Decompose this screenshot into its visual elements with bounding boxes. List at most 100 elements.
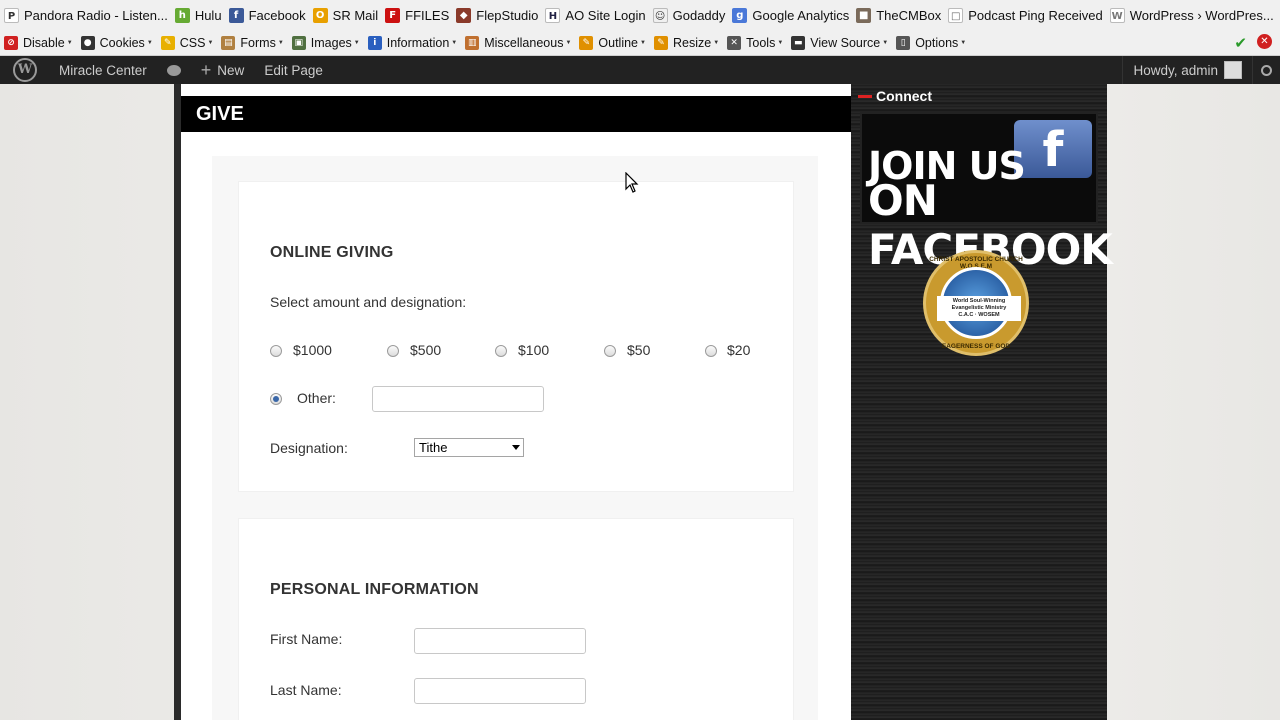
- radio-amount-1000[interactable]: [270, 345, 282, 357]
- devbar-menu-resize[interactable]: ✎ Resize ▼: [653, 36, 719, 50]
- devbar-menu-options[interactable]: ▯ Options ▼: [896, 36, 966, 50]
- connect-label: Connect: [876, 88, 932, 104]
- personal-information-heading: PERSONAL INFORMATION: [270, 581, 479, 598]
- hulu-icon: h: [174, 8, 190, 23]
- comment-bubble-icon: [166, 64, 181, 76]
- bookmark-label: Pandora Radio - Listen...: [24, 8, 168, 23]
- facebook-icon: f: [1014, 120, 1092, 178]
- devbar-menu-label: Disable: [23, 36, 65, 50]
- web-developer-toolbar: ⊘ Disable ▼ ● Cookies ▼ ✎ CSS ▼ ▤ Forms ▼ ▣ Images ▼ i I…: [0, 31, 1280, 56]
- outline-icon: ✎: [579, 36, 594, 50]
- dropdown-arrow-icon: [512, 445, 520, 450]
- amount-label-50: $50: [627, 342, 651, 358]
- information-icon: i: [367, 36, 382, 50]
- new-content-link[interactable]: + New: [191, 56, 255, 84]
- bookmark-label: FFILES: [405, 8, 450, 23]
- resize-icon: ✎: [653, 36, 668, 50]
- devbar-menu-css[interactable]: ✎ CSS ▼: [160, 36, 214, 50]
- devbar-menu-label: Tools: [746, 36, 776, 50]
- bookmark-item[interactable]: W WordPress › WordPres...: [1109, 8, 1274, 23]
- radio-amount-500[interactable]: [387, 345, 399, 357]
- radio-amount-20[interactable]: [705, 345, 717, 357]
- forms-icon: ▤: [221, 36, 236, 50]
- dropdown-arrow-icon: ▼: [207, 40, 214, 46]
- bookmark-item[interactable]: ◆ FlepStudio: [456, 8, 538, 23]
- bookmark-item[interactable]: f Facebook: [228, 8, 306, 23]
- bookmark-item[interactable]: g Google Analytics: [732, 8, 849, 23]
- online-giving-heading: ONLINE GIVING: [270, 244, 394, 261]
- bookmark-label: Hulu: [194, 8, 222, 23]
- facebook-icon: f: [228, 8, 244, 23]
- miscellaneous-icon: ▥: [465, 36, 480, 50]
- devbar-menu-label: Miscellaneous: [484, 36, 564, 50]
- bookmark-item[interactable]: O SR Mail: [312, 8, 378, 23]
- bookmark-label: Godaddy: [672, 8, 726, 23]
- bookmark-item[interactable]: h Hulu: [174, 8, 222, 23]
- radio-amount-100[interactable]: [495, 345, 507, 357]
- dropdown-arrow-icon: ▼: [640, 40, 646, 46]
- bookmark-item[interactable]: □ Podcast Ping Received: [948, 8, 1103, 23]
- devbar-menu-view-source[interactable]: ▬ View Source ▼: [791, 36, 888, 50]
- devbar-menu-disable[interactable]: ⊘ Disable ▼: [4, 36, 73, 50]
- howdy-label: Howdy, admin: [1133, 62, 1218, 78]
- mail-icon: O: [312, 8, 328, 23]
- edit-page-link[interactable]: Edit Page: [254, 56, 333, 84]
- search-toggle[interactable]: [1252, 56, 1280, 84]
- devbar-menu-images[interactable]: ▣ Images ▼: [291, 36, 360, 50]
- content-top-strip: [181, 84, 851, 96]
- devbar-menu-label: Resize: [672, 36, 712, 50]
- checkmark-icon[interactable]: ✔: [1234, 34, 1247, 52]
- bookmark-item[interactable]: H AO Site Login: [545, 8, 646, 23]
- devbar-menu-tools[interactable]: ✕ Tools ▼: [727, 36, 783, 50]
- ao-icon: H: [545, 8, 561, 23]
- first-name-input[interactable]: [414, 628, 586, 654]
- box-icon: ■: [856, 8, 872, 23]
- css-icon: ✎: [160, 36, 175, 50]
- close-icon[interactable]: ✕: [1257, 34, 1272, 49]
- dropdown-arrow-icon: ▼: [960, 40, 967, 46]
- devbar-menu-cookies[interactable]: ● Cookies ▼: [80, 36, 153, 50]
- devbar-menu-label: Options: [915, 36, 959, 50]
- view-source-icon: ▬: [791, 36, 806, 50]
- pandora-icon: P: [4, 8, 19, 23]
- devbar-menu-outline[interactable]: ✎ Outline ▼: [579, 36, 646, 50]
- admin-bar-right: Howdy, admin: [1122, 56, 1280, 84]
- devbar-menu-label: Information: [386, 36, 450, 50]
- designation-select[interactable]: Tithe: [414, 438, 524, 457]
- devbar-menu-forms[interactable]: ▤ Forms ▼: [221, 36, 284, 50]
- wordpress-icon: W: [1109, 8, 1125, 23]
- dropdown-arrow-icon: ▼: [66, 40, 73, 46]
- devbar-menu-information[interactable]: i Information ▼: [367, 36, 458, 50]
- devbar-menu-miscellaneous[interactable]: ▥ Miscellaneous ▼: [465, 36, 571, 50]
- church-seal-logo[interactable]: CHRIST APOSTOLIC CHURCH W.O.S.E.M World …: [923, 250, 1029, 356]
- avatar: [1224, 61, 1242, 79]
- designation-value: Tithe: [419, 440, 448, 455]
- devbar-menu-label: Forms: [240, 36, 276, 50]
- bookmark-label: Podcast Ping Received: [968, 8, 1103, 23]
- plus-icon: +: [200, 59, 212, 80]
- devbar-menu-label: CSS: [179, 36, 206, 50]
- bookmark-item[interactable]: P Pandora Radio - Listen...: [4, 8, 168, 23]
- radio-amount-50[interactable]: [604, 345, 616, 357]
- comments-link[interactable]: [157, 56, 191, 84]
- cookies-icon: ●: [80, 36, 95, 50]
- other-label: Other:: [297, 390, 336, 406]
- wp-logo-menu[interactable]: W: [0, 56, 49, 84]
- facebook-banner[interactable]: f JOIN US ON FACEBOOK: [860, 112, 1113, 274]
- dropdown-arrow-icon: ▼: [353, 40, 360, 46]
- site-name-link[interactable]: Miracle Center: [49, 56, 157, 84]
- bookmark-item[interactable]: ☺ Godaddy: [652, 8, 726, 23]
- bookmark-item[interactable]: F FFILES: [385, 8, 449, 23]
- bookmark-item[interactable]: ■ TheCMBox: [856, 8, 941, 23]
- my-account-menu[interactable]: Howdy, admin: [1122, 56, 1252, 84]
- devbar-status: ✔ ✕: [1234, 34, 1272, 52]
- dropdown-arrow-icon: ▼: [565, 40, 572, 46]
- dropdown-arrow-icon: ▼: [451, 40, 458, 46]
- bookmark-label: WordPress › WordPres...: [1129, 8, 1274, 23]
- bookmarks-bar: P Pandora Radio - Listen... h Hulu f Facebook…: [0, 0, 1280, 31]
- radio-amount-other[interactable]: [270, 393, 282, 405]
- amount-label-1000: $1000: [293, 342, 332, 358]
- other-amount-input[interactable]: [372, 386, 544, 412]
- devbar-menu-label: Images: [310, 36, 352, 50]
- last-name-input[interactable]: [414, 678, 586, 704]
